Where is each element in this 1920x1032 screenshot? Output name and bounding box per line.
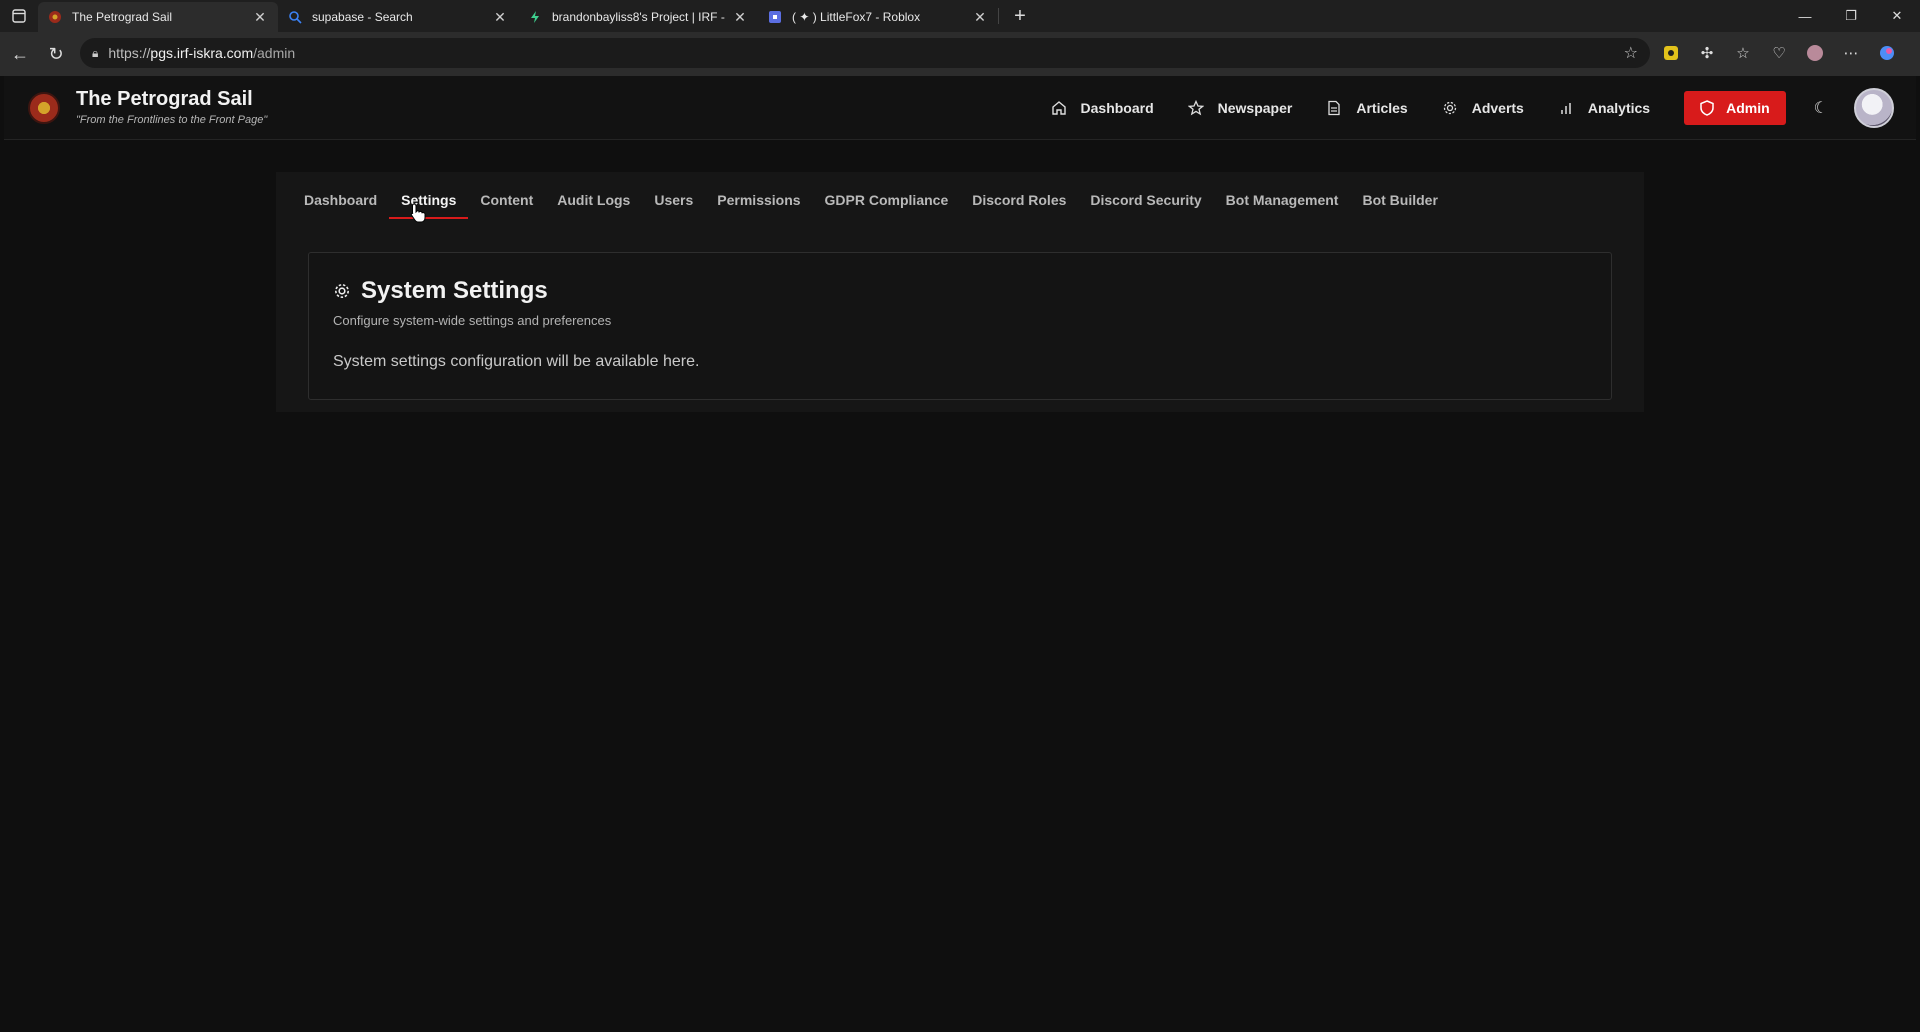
card-title-text: System Settings (361, 277, 548, 304)
tab-actions-icon[interactable] (0, 0, 38, 32)
admin-tabs: Dashboard Settings Content Audit Logs Users P… (304, 182, 1462, 219)
admin-tab-bot-builder[interactable]: Bot Builder (1362, 192, 1437, 208)
tab-title: ( ✦ ) LittleFox7 - Roblox (792, 10, 921, 24)
main-content: Dashboard Settings Content Audit Logs Users P… (4, 140, 1916, 1028)
admin-tab-dashboard[interactable]: Dashboard (304, 192, 377, 208)
extensions-puzzle-icon[interactable]: ✣ (1696, 42, 1718, 64)
nav-label: Analytics (1587, 100, 1651, 116)
card-description: Configure system-wide settings and prefe… (333, 313, 612, 328)
lock-icon: 🔒︎ (92, 45, 99, 60)
new-tab-button[interactable]: + (1005, 5, 1035, 28)
reload-button[interactable]: ↻ (38, 36, 74, 72)
gear-icon (1443, 101, 1456, 115)
roblox-favicon-icon (768, 10, 782, 24)
system-settings-card: System Settings Configure system-wide se… (308, 252, 1612, 400)
close-icon[interactable]: ✕ (492, 9, 508, 26)
url-scheme: https:// (108, 45, 151, 61)
profile-avatar-icon[interactable] (1804, 42, 1826, 64)
copilot-icon[interactable] (1876, 42, 1898, 64)
nav-newspaper[interactable]: Newspaper (1187, 100, 1293, 116)
address-bar-row: ← ↻ 🔒︎ https://pgs.irf-iskra.com/admin ☆… (0, 32, 1920, 76)
admin-tab-discord-roles[interactable]: Discord Roles (972, 192, 1066, 208)
site-header: The Petrograd Sail "From the Frontlines … (4, 76, 1916, 140)
admin-tab-discord-security[interactable]: Discord Security (1090, 192, 1201, 208)
admin-tab-bot-management[interactable]: Bot Management (1226, 192, 1339, 208)
url-field[interactable]: 🔒︎ https://pgs.irf-iskra.com/admin ☆ (80, 38, 1650, 68)
mouse-pointer-icon (410, 203, 426, 223)
admin-tab-permissions[interactable]: Permissions (717, 192, 800, 208)
admin-tab-users[interactable]: Users (654, 192, 693, 208)
nav-label: Newspaper (1217, 100, 1293, 116)
close-icon[interactable]: ✕ (972, 9, 988, 26)
home-icon (1051, 101, 1066, 115)
user-avatar[interactable] (1854, 88, 1894, 128)
nav-label: Articles (1356, 100, 1408, 116)
document-icon (1328, 100, 1340, 116)
extensions-toolbar: ✣ ☆ ♡ ⋯ (1660, 38, 1898, 68)
supabase-favicon-icon (528, 10, 542, 24)
bar-chart-icon (1561, 103, 1571, 114)
site-tagline: "From the Frontlines to the Front Page" (76, 114, 268, 126)
browser-tab-strip: The Petrograd Sail ✕ supabase - Search ✕… (0, 0, 1920, 32)
tab-title: supabase - Search (312, 10, 413, 24)
nav-analytics[interactable]: Analytics (1558, 100, 1650, 116)
extension-icon[interactable] (1660, 42, 1682, 64)
admin-tab-audit-logs[interactable]: Audit Logs (557, 192, 630, 208)
admin-tab-gdpr-compliance[interactable]: GDPR Compliance (825, 192, 949, 208)
url-path: /admin (253, 45, 296, 61)
nav-label: Adverts (1471, 100, 1524, 116)
favorite-star-icon[interactable]: ☆ (1624, 43, 1638, 63)
card-title: System Settings (333, 277, 548, 305)
close-icon[interactable]: ✕ (732, 9, 748, 26)
browser-tab-supabase-search[interactable]: supabase - Search ✕ (278, 2, 518, 32)
window-controls: — ❐ ✕ (1782, 0, 1920, 32)
nav-label: Dashboard (1080, 100, 1154, 116)
main-nav: Dashboard Newspaper Articles Adverts Ana… (1051, 76, 1916, 140)
nav-dashboard[interactable]: Dashboard (1051, 100, 1154, 116)
site-logo[interactable] (28, 92, 60, 124)
tab-separator (998, 8, 999, 24)
restore-icon[interactable]: ❐ (1828, 0, 1874, 32)
browser-tab-supabase-project[interactable]: brandonbayliss8's Project | IRF - S ✕ (518, 2, 758, 32)
shield-icon (1700, 100, 1714, 116)
theme-toggle-moon-icon[interactable]: ☾ (1814, 98, 1828, 118)
gear-icon (335, 284, 349, 298)
close-icon[interactable]: ✕ (252, 9, 268, 26)
petrograd-favicon-icon (48, 10, 62, 24)
browser-tab-roblox[interactable]: ( ✦ ) LittleFox7 - Roblox ✕ (758, 2, 998, 32)
admin-button[interactable]: Admin (1684, 91, 1786, 125)
nav-articles[interactable]: Articles (1326, 100, 1408, 116)
browser-essentials-icon[interactable]: ♡ (1768, 42, 1790, 64)
search-favicon-icon (288, 10, 302, 24)
window-close-icon[interactable]: ✕ (1874, 0, 1920, 32)
admin-label: Admin (1726, 100, 1770, 116)
minimize-icon[interactable]: — (1782, 0, 1828, 32)
tab-title: brandonbayliss8's Project | IRF - S (552, 10, 726, 24)
favorites-icon[interactable]: ☆ (1732, 42, 1754, 64)
site-title[interactable]: The Petrograd Sail (76, 88, 253, 111)
card-body-text: System settings configuration will be av… (333, 353, 700, 370)
browser-tab-petrograd[interactable]: The Petrograd Sail ✕ (38, 2, 278, 32)
more-options-icon[interactable]: ⋯ (1840, 42, 1862, 64)
back-button[interactable]: ← (2, 36, 38, 72)
url-host: pgs.irf-iskra.com (150, 45, 254, 61)
nav-adverts[interactable]: Adverts (1442, 100, 1524, 116)
admin-panel: Dashboard Settings Content Audit Logs Users P… (276, 172, 1644, 412)
admin-tab-content[interactable]: Content (480, 192, 533, 208)
tab-title: The Petrograd Sail (72, 10, 173, 24)
star-icon (1187, 100, 1204, 116)
